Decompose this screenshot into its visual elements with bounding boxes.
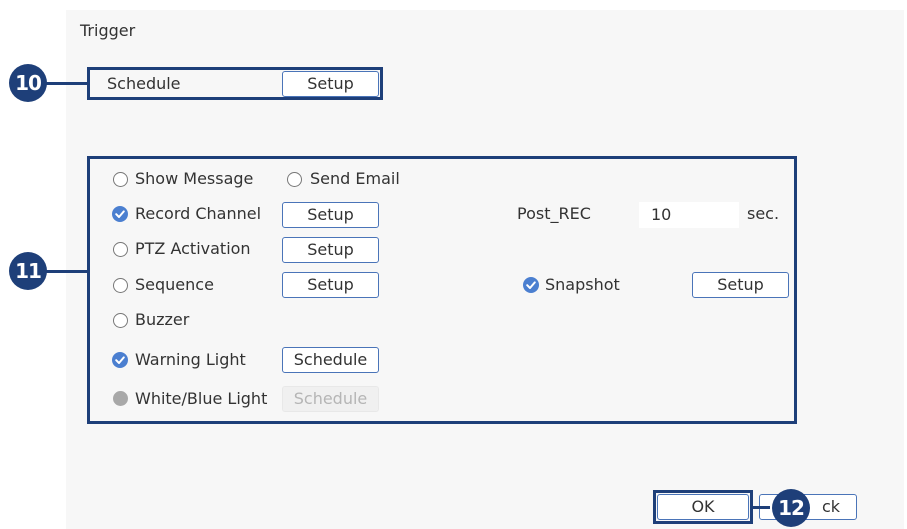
actions-highlight-box <box>87 156 797 424</box>
trigger-screen: Trigger Schedule Setup Show Message Send… <box>0 0 907 529</box>
callout-11: 11 <box>9 252 47 290</box>
callout-10-line <box>44 82 89 85</box>
callout-12: 12 <box>772 489 810 527</box>
schedule-highlight-box <box>87 67 383 100</box>
callout-10: 10 <box>9 64 47 102</box>
callout-12-line <box>750 506 770 509</box>
page-title: Trigger <box>80 21 136 40</box>
ok-highlight-box <box>653 490 753 524</box>
callout-11-line <box>44 270 89 273</box>
